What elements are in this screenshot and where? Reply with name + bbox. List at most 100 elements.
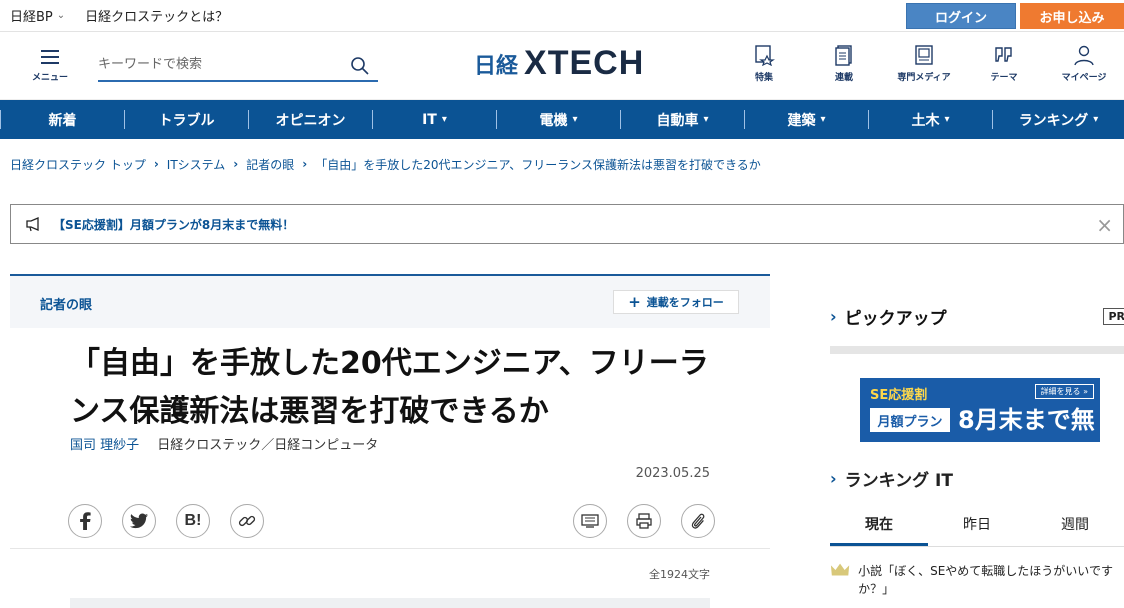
gnav-automotive-label: 自動車 xyxy=(656,112,699,129)
ranking-title: ランキング IT xyxy=(844,471,953,491)
banner-free: 8月末まで無料! xyxy=(958,406,1095,442)
nav-media-label: 専門メディア xyxy=(897,73,951,83)
banner-detail: 詳細を見る » xyxy=(1034,384,1094,399)
byline: 国司 理紗子 日経クロステック／日経コンピュータ xyxy=(70,434,378,453)
tab-now[interactable]: 現在 xyxy=(830,504,928,546)
menu-button[interactable]: メニュー xyxy=(28,50,72,83)
crown-icon xyxy=(830,563,850,576)
follow-series-button[interactable]: + 連載をフォロー xyxy=(613,290,739,314)
user-icon xyxy=(1074,45,1094,66)
reader-mode-button[interactable] xyxy=(573,504,607,538)
hatena-bookmark-button[interactable]: B! xyxy=(176,504,210,538)
sidebar: › ピックアップ PR SE応援割 詳細を見る » 月額プラン 8月末まで無料!… xyxy=(830,296,1124,596)
nikkei-bp-menu[interactable]: 日経BP ⌄ xyxy=(10,6,65,25)
notice-text: 【SE応援割】月額プランが8月末まで無料！ xyxy=(53,217,295,232)
banner-title: SE応援割 xyxy=(870,388,928,403)
breadcrumb-item[interactable]: 「自由」を手放した20代エンジニア、フリーランス保護新法は悪習を打破できるか xyxy=(315,156,761,173)
theme-icon xyxy=(995,47,1012,62)
publish-date: 2023.05.25 xyxy=(635,466,710,481)
nav-media[interactable]: 専門メディア xyxy=(884,44,964,83)
search-input[interactable] xyxy=(98,50,338,78)
top-bar: 日経BP ⌄ 日経クロステックとは？ ログイン お申し込み xyxy=(0,0,1124,32)
plus-icon: + xyxy=(628,293,641,311)
article-card: 「自由」を手放した20代エンジニア、フリーランス保護新法は悪習を打破できるか 国… xyxy=(10,328,770,608)
promo-notice[interactable]: 【SE応援割】月額プランが8月末まで無料！ × xyxy=(10,204,1124,244)
apply-button[interactable]: お申し込み xyxy=(1020,3,1124,29)
gnav-civil[interactable]: 土木 ▾ xyxy=(868,110,992,129)
gnav-architecture-label: 建築 xyxy=(787,112,816,129)
chevron-down-icon: ▾ xyxy=(572,114,578,125)
gnav-it[interactable]: IT ▾ xyxy=(372,110,496,129)
megaphone-icon xyxy=(26,217,39,232)
media-icon xyxy=(915,45,933,65)
gnav-trouble-label: トラブル xyxy=(158,112,215,129)
chevron-down-icon: ▾ xyxy=(1093,114,1099,125)
chevron-right-icon: › xyxy=(830,306,837,326)
share-buttons: B! xyxy=(68,504,264,538)
hamburger-icon xyxy=(41,50,59,64)
gnav-electronics-label: 電機 xyxy=(539,112,568,129)
chevron-down-icon: ▾ xyxy=(944,114,950,125)
breadcrumb-item[interactable]: ITシステム xyxy=(167,156,226,173)
nav-mypage-label: マイページ xyxy=(1061,73,1107,83)
breadcrumb-item[interactable]: 記者の眼 xyxy=(246,156,294,173)
feature-icon xyxy=(755,45,775,66)
article-tools xyxy=(573,504,715,538)
publication-name: 日経クロステック／日経コンピュータ xyxy=(157,438,379,453)
gnav-new[interactable]: 新着 xyxy=(0,110,124,129)
copy-link-button[interactable] xyxy=(230,504,264,538)
divider xyxy=(10,548,770,549)
nav-theme[interactable]: テーマ xyxy=(964,44,1044,83)
gnav-ranking-label: ランキング xyxy=(1018,112,1089,129)
twitter-share-button[interactable] xyxy=(122,504,156,538)
tab-weekly[interactable]: 週間 xyxy=(1026,504,1124,546)
nav-series[interactable]: 連載 xyxy=(804,44,884,83)
search-icon[interactable] xyxy=(350,56,370,80)
nav-feature[interactable]: 特集 xyxy=(724,44,804,83)
gnav-electronics[interactable]: 電機 ▾ xyxy=(496,110,620,129)
article-title: 「自由」を手放した20代エンジニア、フリーランス保護新法は悪習を打破できるか xyxy=(70,346,709,429)
gnav-ranking[interactable]: ランキング ▾ xyxy=(992,110,1124,129)
site-logo[interactable]: 日経 XTECH xyxy=(474,44,644,83)
series-icon xyxy=(835,45,852,66)
nikkei-bp-label: 日経BP xyxy=(10,10,53,25)
chevron-down-icon: ▾ xyxy=(703,114,709,125)
breadcrumb: 日経クロステック トップ › ITシステム › 記者の眼 › 「自由」を手放した… xyxy=(0,139,1124,189)
promo-banner[interactable]: SE応援割 詳細を見る » 月額プラン 8月末まで無料! xyxy=(860,378,1100,442)
gnav-opinion[interactable]: オピニオン xyxy=(248,110,372,129)
logo-en: XTECH xyxy=(524,44,645,82)
tab-yesterday[interactable]: 昨日 xyxy=(928,504,1026,546)
hatena-icon: B! xyxy=(184,512,202,529)
gnav-new-label: 新着 xyxy=(48,112,77,129)
chevron-right-icon: › xyxy=(153,157,159,171)
about-link[interactable]: 日経クロステックとは？ xyxy=(85,6,228,25)
author-name[interactable]: 国司 理紗子 xyxy=(70,438,139,453)
pickup-title: ピックアップ xyxy=(844,308,947,329)
chevron-right-icon: › xyxy=(302,157,308,171)
link-icon xyxy=(238,515,256,527)
breadcrumb-item[interactable]: 日経クロステック トップ xyxy=(10,156,146,173)
facebook-share-button[interactable] xyxy=(68,504,102,538)
nav-mypage[interactable]: マイページ xyxy=(1044,44,1124,83)
pr-badge: PR xyxy=(1103,308,1124,325)
ranking-heading: › ランキング IT xyxy=(830,466,953,491)
gnav-automotive[interactable]: 自動車 ▾ xyxy=(620,110,744,129)
ranking-tabs: 現在 昨日 週間 xyxy=(830,504,1124,547)
gnav-it-label: IT xyxy=(422,111,437,128)
facebook-icon xyxy=(80,512,91,530)
ranking-item[interactable]: 小説「ぼく、SEやめて転職したほうがいいですか？」 xyxy=(830,562,1124,598)
nav-theme-label: テーマ xyxy=(990,73,1018,83)
article: 記者の眼 + 連載をフォロー 「自由」を手放した20代エンジニア、フリーランス保… xyxy=(10,274,770,608)
global-nav: 新着 トラブル オピニオン IT ▾ 電機 ▾ 自動車 ▾ 建築 ▾ 土木 ▾ ランキング… xyxy=(0,100,1124,139)
pickup-heading: › ピックアップ xyxy=(830,296,1124,336)
print-button[interactable] xyxy=(627,504,661,538)
nav-series-label: 連載 xyxy=(834,73,853,83)
gnav-civil-label: 土木 xyxy=(911,112,940,129)
close-icon[interactable]: × xyxy=(1096,213,1113,237)
series-label[interactable]: 記者の眼 xyxy=(40,294,92,313)
login-button[interactable]: ログイン xyxy=(906,3,1016,29)
gnav-trouble[interactable]: トラブル xyxy=(124,110,248,129)
gnav-architecture[interactable]: 建築 ▾ xyxy=(744,110,868,129)
site-header: メニュー 日経 XTECH 特集 連載 専門メディア テーマ マイページ xyxy=(0,32,1124,100)
clip-button[interactable] xyxy=(681,504,715,538)
